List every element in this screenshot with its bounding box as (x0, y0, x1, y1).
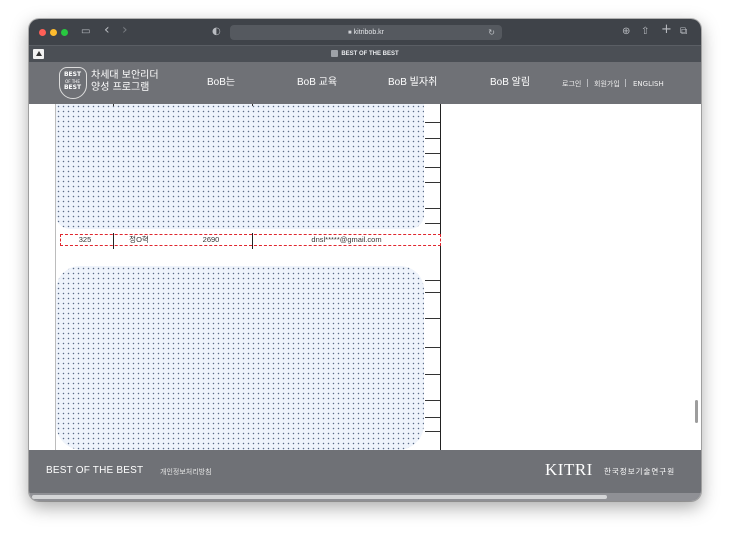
browser-toolbar: ▭ ‹ › ◐ ■ kitribob.kr ↻ ⊕ ⇧ + ⧉ (29, 19, 701, 45)
horizontal-scrollbar-track (29, 493, 701, 501)
util-divider (625, 79, 626, 87)
share-icon[interactable]: ⇧ (641, 25, 649, 39)
site-footer: BEST OF THE BEST 개인정보처리방침 KITRI 한국정보기술연구… (29, 450, 701, 493)
site-header: BEST OF THE BEST 차세대 보안리더 양성 프로그램 BoB는 B… (29, 62, 701, 104)
row-email: dnsl*****@gmail.com (311, 235, 382, 244)
column-divider (113, 104, 114, 106)
blurred-region (56, 104, 424, 229)
back-icon[interactable]: ‹ (104, 23, 110, 37)
table-row-divider (425, 400, 440, 401)
english-link[interactable]: ENGLISH (633, 79, 664, 89)
nav-item-history[interactable]: BoB 빌자취 (388, 77, 437, 89)
horizontal-scrollbar[interactable] (32, 495, 607, 499)
row-name: 정O혁 (129, 235, 149, 244)
tab-title[interactable]: BEST OF THE BEST (341, 51, 398, 57)
zoom-window-button[interactable] (61, 29, 68, 36)
util-divider (587, 79, 588, 87)
address-text[interactable]: kitribob.kr (354, 29, 384, 36)
logo-badge-top: BEST (63, 71, 82, 78)
signup-link[interactable]: 회원가입 (594, 79, 620, 89)
lock-icon: ■ (348, 30, 352, 36)
sidebar-icon[interactable]: ▭ (81, 25, 90, 39)
table-row-divider (425, 153, 440, 154)
table-right-border (440, 104, 441, 450)
table-row-divider (425, 223, 440, 224)
minimize-window-button[interactable] (50, 29, 57, 36)
table-row-divider (425, 417, 440, 418)
nav-item-about[interactable]: BoB는 (207, 77, 235, 89)
download-icon[interactable]: ⊕ (622, 25, 630, 39)
kitri-logo[interactable]: KITRI (545, 460, 593, 480)
logo-line-1: 차세대 보안리더 (91, 70, 159, 81)
row-number: 325 (78, 235, 92, 244)
close-window-button[interactable] (39, 29, 46, 36)
table-row-divider (425, 167, 440, 168)
new-tab-icon[interactable]: + (661, 23, 672, 37)
table-row-divider (425, 318, 440, 319)
table-row-divider (425, 122, 440, 123)
table-row-divider (425, 280, 440, 281)
favicon-icon (331, 49, 339, 57)
forward-icon[interactable]: › (122, 23, 128, 37)
highlighted-table-row[interactable]: 325 정O혁 2690 dnsl*****@gmail.com (60, 233, 441, 249)
kitri-name: 한국정보기술연구원 (604, 467, 676, 476)
table-row-divider (425, 374, 440, 375)
vertical-scrollbar[interactable] (695, 400, 698, 423)
active-tab[interactable]: BEST OF THE BEST (29, 46, 701, 63)
table-row-divider (425, 292, 440, 293)
table-row-divider (425, 208, 440, 209)
reload-icon[interactable]: ↻ (488, 26, 495, 39)
row-code: 2690 (202, 235, 220, 244)
table-row-divider (425, 431, 440, 432)
footer-title: BEST OF THE BEST (46, 465, 144, 476)
shield-icon[interactable]: ◐ (212, 25, 221, 39)
bob-logo-badge[interactable]: BEST OF THE BEST (59, 67, 87, 99)
logo-badge-bottom: BEST (63, 84, 82, 91)
table-row-divider (425, 138, 440, 139)
column-divider (252, 104, 253, 106)
blurred-region (56, 266, 424, 450)
privacy-policy-link[interactable]: 개인정보처리방침 (160, 467, 212, 477)
logo-line-2: 양성 프로그램 (91, 82, 150, 93)
login-link[interactable]: 로그인 (562, 79, 581, 89)
tab-bar: BEST OF THE BEST (29, 45, 701, 63)
bookmark-sidebar-icon[interactable] (33, 49, 44, 59)
table-row-divider (425, 347, 440, 348)
tab-overview-icon[interactable]: ⧉ (680, 25, 687, 39)
page-content[interactable]: 325 정O혁 2690 dnsl*****@gmail.com (29, 104, 701, 450)
logo-text[interactable]: 차세대 보안리더 양성 프로그램 (91, 70, 159, 94)
nav-item-notice[interactable]: BoB 알림 (490, 77, 530, 89)
address-bar[interactable]: ■ kitribob.kr ↻ (230, 25, 502, 40)
address-text-wrap[interactable]: ■ kitribob.kr (230, 25, 502, 40)
table-row-divider (425, 182, 440, 183)
nav-item-education[interactable]: BoB 교육 (297, 77, 337, 89)
browser-window: ▭ ‹ › ◐ ■ kitribob.kr ↻ ⊕ ⇧ + ⧉ BEST OF T… (29, 19, 701, 501)
